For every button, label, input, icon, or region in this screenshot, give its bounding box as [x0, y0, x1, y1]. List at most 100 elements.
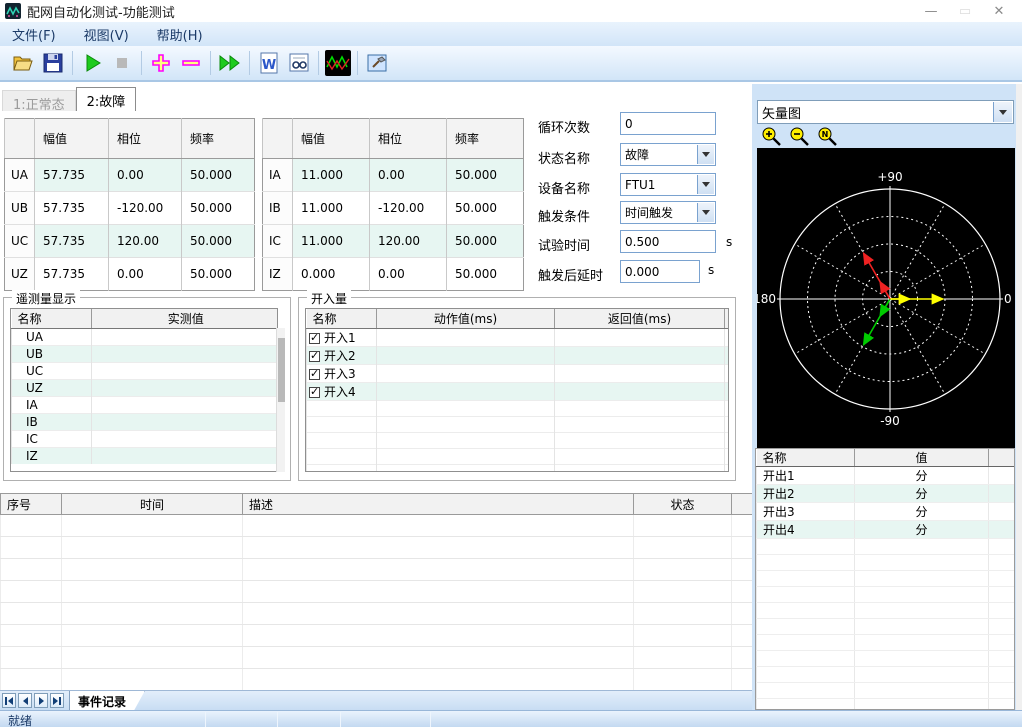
- table-row: IC11.000120.0050.000: [263, 225, 524, 258]
- table-row: IB11.000-120.0050.000: [263, 192, 524, 225]
- phasor-chart: +901800-90: [757, 148, 1015, 448]
- telemetry-scrollbar[interactable]: [276, 328, 285, 472]
- last-page-button[interactable]: [50, 693, 64, 708]
- menu-bar: 文件(F) 视图(V) 帮助(H): [0, 22, 1022, 46]
- tab-normal-state[interactable]: 1:正常态: [2, 90, 76, 111]
- bottom-tab-bar: 事件记录: [0, 690, 752, 710]
- report-view-button[interactable]: [284, 49, 314, 77]
- scrollbar-thumb[interactable]: [278, 338, 285, 402]
- status-bar: 就绪: [0, 710, 1022, 727]
- toolbar-separator: [72, 51, 73, 75]
- toolbar-separator: [249, 51, 250, 75]
- stop-icon: [110, 51, 134, 75]
- window-title: 配网自动化测试-功能测试: [27, 2, 175, 21]
- menu-help[interactable]: 帮助(H): [157, 25, 203, 44]
- view-selector-combo[interactable]: 矢量图: [757, 100, 1014, 124]
- remove-state-button[interactable]: [176, 49, 206, 77]
- first-page-button[interactable]: [2, 693, 16, 708]
- current-table: 幅值相位频率IA11.0000.0050.000IB11.000-120.005…: [262, 118, 524, 291]
- state-tabs: 1:正常态 2:故障: [2, 87, 136, 111]
- minus-icon: [179, 51, 203, 75]
- test-time-field: [620, 230, 716, 253]
- digital-inputs-table: 名称动作值(ms)返回值(ms)开入1开入2开入3开入4: [305, 308, 729, 472]
- state-name-combo[interactable]: 故障: [620, 143, 716, 166]
- title-bar: 配网自动化测试-功能测试 — ▭ ✕: [0, 0, 1022, 22]
- add-state-button[interactable]: [146, 49, 176, 77]
- waveform-icon: [325, 50, 351, 76]
- svg-text:180: 180: [757, 292, 776, 306]
- event-table: 序号时间描述状态: [0, 493, 752, 691]
- table-row: IA11.0000.0050.000: [263, 159, 524, 192]
- waveform-button[interactable]: [323, 49, 353, 77]
- table-row: IZ0.0000.0050.000: [263, 258, 524, 291]
- digital-inputs-group: 开入量 名称动作值(ms)返回值(ms)开入1开入2开入3开入4: [298, 297, 736, 481]
- status-separator: [340, 712, 341, 727]
- loop-count-field: [620, 112, 716, 135]
- zoom-reset-icon[interactable]: N: [817, 126, 839, 148]
- table-row: UZ: [12, 379, 279, 396]
- post-trigger-delay-input[interactable]: [621, 261, 699, 282]
- tab-event-log[interactable]: 事件记录: [69, 691, 145, 711]
- post-trigger-delay-unit: s: [708, 263, 714, 277]
- close-button[interactable]: ✕: [982, 4, 1016, 19]
- svg-text:W: W: [262, 58, 276, 73]
- maximize-button[interactable]: ▭: [948, 4, 982, 19]
- stop-button[interactable]: [107, 49, 137, 77]
- table-row: 开入2: [307, 346, 730, 364]
- state-name-label: 状态名称: [538, 148, 590, 167]
- digital-inputs-group-title: 开入量: [307, 290, 351, 307]
- word-report-button[interactable]: W: [254, 49, 284, 77]
- table-row: 开出1分: [757, 467, 1015, 485]
- run-all-button[interactable]: [215, 49, 245, 77]
- zoom-in-icon[interactable]: [761, 126, 783, 148]
- chevron-down-icon[interactable]: [697, 203, 714, 222]
- open-button[interactable]: [8, 49, 38, 77]
- state-name-value: 故障: [621, 146, 649, 163]
- plus-icon: [149, 51, 173, 75]
- prev-page-button[interactable]: [18, 693, 32, 708]
- table-row: 开入1: [307, 328, 730, 346]
- svg-text:+90: +90: [877, 170, 902, 184]
- vector-panel: 矢量图 N +901800-90 名称值开出1分开出2分开出3分开出4分: [752, 84, 1016, 710]
- start-button[interactable]: [77, 49, 107, 77]
- device-name-label: 设备名称: [538, 178, 590, 197]
- device-name-combo[interactable]: FTU1: [620, 173, 716, 196]
- tab-fault-state[interactable]: 2:故障: [76, 87, 137, 111]
- chevron-down-icon[interactable]: [697, 145, 714, 164]
- checkbox[interactable]: [309, 351, 320, 362]
- report-preview-icon: [287, 51, 311, 75]
- loop-count-label: 循环次数: [538, 117, 590, 136]
- toolbar: W: [0, 46, 1022, 82]
- next-page-button[interactable]: [34, 693, 48, 708]
- status-separator: [430, 712, 431, 727]
- chevron-down-icon[interactable]: [697, 175, 714, 194]
- open-folder-icon: [11, 51, 35, 75]
- table-row: UZ57.7350.0050.000: [5, 258, 255, 291]
- loop-count-input[interactable]: [621, 113, 715, 134]
- status-separator: [277, 712, 278, 727]
- checkbox[interactable]: [309, 333, 320, 344]
- menu-file[interactable]: 文件(F): [12, 25, 56, 44]
- menu-view[interactable]: 视图(V): [84, 25, 129, 44]
- minimize-button[interactable]: —: [914, 4, 948, 19]
- start-icon: [80, 51, 104, 75]
- checkbox[interactable]: [309, 387, 320, 398]
- tools-button[interactable]: [362, 49, 392, 77]
- svg-text:N: N: [822, 130, 829, 139]
- main-panel: 1:正常态 2:故障 幅值相位频率UA57.7350.0050.000UB57.…: [0, 84, 752, 710]
- table-row: UB57.735-120.0050.000: [5, 192, 255, 225]
- toolbar-separator: [357, 51, 358, 75]
- table-row: IZ: [12, 447, 279, 464]
- table-row: UC: [12, 362, 279, 379]
- post-trigger-delay-label: 触发后延时: [538, 265, 603, 284]
- checkbox[interactable]: [309, 369, 320, 380]
- zoom-out-icon[interactable]: [789, 126, 811, 148]
- trigger-condition-combo[interactable]: 时间触发: [620, 201, 716, 224]
- save-button[interactable]: [38, 49, 68, 77]
- table-row: 开入3: [307, 364, 730, 382]
- post-trigger-delay-field: [620, 260, 700, 283]
- chevron-down-icon[interactable]: [993, 102, 1012, 122]
- test-time-input[interactable]: [621, 231, 715, 252]
- table-row: UC57.735120.0050.000: [5, 225, 255, 258]
- table-row: IC: [12, 430, 279, 447]
